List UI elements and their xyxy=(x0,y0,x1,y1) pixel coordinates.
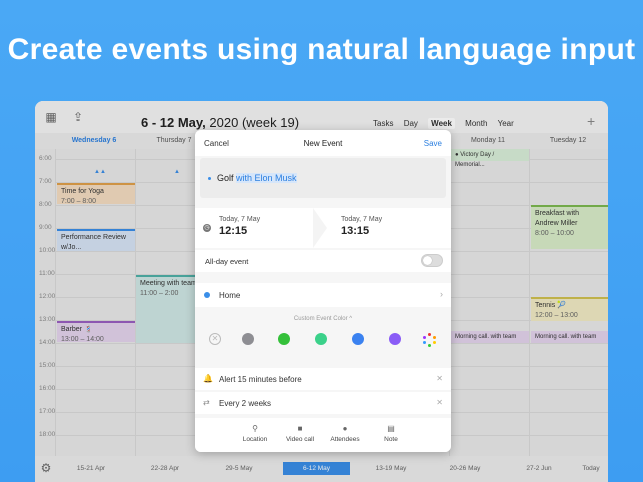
remove-repeat-icon[interactable]: ✕ xyxy=(436,398,443,407)
note-button[interactable]: ▤ Note xyxy=(371,424,411,443)
calendar-selector[interactable]: Home › xyxy=(195,283,451,307)
color-swatch-gray[interactable] xyxy=(242,333,254,345)
repeat-icon: ⇄ xyxy=(203,398,210,407)
headline: Create events using natural language inp… xyxy=(7,33,636,66)
custom-color-label[interactable]: Custom Event Color ^ xyxy=(195,316,451,322)
color-swatch-purple[interactable] xyxy=(389,333,401,345)
video-call-button[interactable]: ■ Video call xyxy=(280,424,320,443)
end-time-picker[interactable]: Today, 7 May 13:15 xyxy=(341,216,382,237)
attendees-button[interactable]: ● Attendees xyxy=(325,424,365,443)
new-event-modal: New Event Cancel Save Golf with Elon Mus… xyxy=(195,130,451,452)
cancel-button[interactable]: Cancel xyxy=(204,139,229,148)
repeat-label: Every 2 weeks xyxy=(219,399,272,408)
note-label: Note xyxy=(384,436,398,443)
note-icon: ▤ xyxy=(387,424,395,433)
chevron-right-icon: › xyxy=(440,289,443,299)
modal-title: New Event xyxy=(303,139,343,148)
alert-label: Alert 15 minutes before xyxy=(219,375,302,384)
calendar-name: Home xyxy=(219,291,241,300)
more-colors-icon[interactable] xyxy=(423,333,437,347)
color-swatches: ✕ xyxy=(207,333,447,347)
color-swatch-mint[interactable] xyxy=(315,333,327,345)
repeat-row[interactable]: ⇄ Every 2 weeks ✕ xyxy=(195,392,451,414)
location-label: Location xyxy=(242,436,268,443)
save-button[interactable]: Save xyxy=(424,139,442,148)
parsed-attendee-highlight: with Elon Musk xyxy=(236,173,297,183)
event-title-input[interactable]: Golf with Elon Musk xyxy=(200,158,446,198)
all-day-label: All-day event xyxy=(205,257,249,266)
video-camera-icon: ■ xyxy=(297,424,303,433)
all-day-row: All-day event xyxy=(195,250,451,272)
person-icon: ● xyxy=(342,424,348,433)
cursor-dot xyxy=(208,177,211,180)
color-swatch-green[interactable] xyxy=(278,333,290,345)
no-color-swatch[interactable]: ✕ xyxy=(209,333,221,345)
alert-row[interactable]: 🔔 Alert 15 minutes before ✕ xyxy=(195,368,451,390)
remove-alert-icon[interactable]: ✕ xyxy=(436,374,443,383)
video-call-label: Video call xyxy=(285,436,315,443)
end-time: 13:15 xyxy=(341,225,370,237)
bell-icon: 🔔 xyxy=(203,374,213,383)
start-date: Today, 7 May xyxy=(219,216,261,223)
location-pin-icon: ⚲ xyxy=(252,424,258,433)
time-range: ◷ Today, 7 May 12:15 Today, 7 May 13:15 xyxy=(195,208,451,248)
start-time: 12:15 xyxy=(219,225,248,237)
end-date: Today, 7 May xyxy=(341,216,383,223)
modal-header: New Event Cancel Save xyxy=(195,130,451,156)
event-title-text: Golf with Elon Musk xyxy=(217,173,297,183)
toggle-knob xyxy=(423,256,432,265)
calendar-color-dot xyxy=(204,292,210,298)
location-button[interactable]: ⚲ Location xyxy=(235,424,275,443)
arrow-divider xyxy=(313,208,327,248)
attendees-label: Attendees xyxy=(330,436,360,443)
all-day-toggle[interactable] xyxy=(421,254,443,267)
color-swatch-blue[interactable] xyxy=(352,333,364,345)
action-bar: ⚲ Location ■ Video call ● Attendees ▤ No… xyxy=(195,418,451,452)
start-time-picker[interactable]: Today, 7 May 12:15 xyxy=(219,216,260,237)
clock-icon: ◷ xyxy=(203,224,211,232)
